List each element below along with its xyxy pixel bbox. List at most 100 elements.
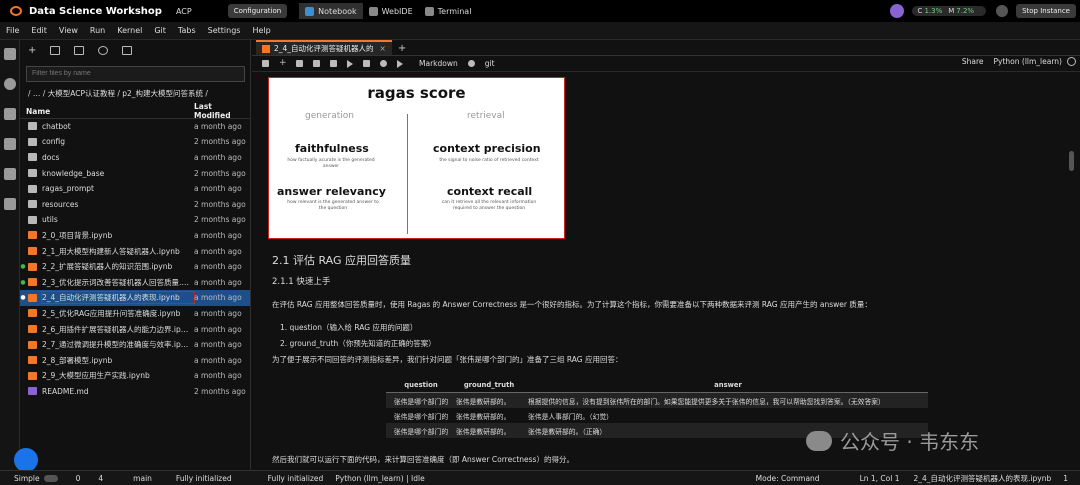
new-launcher-icon[interactable]: + bbox=[28, 45, 36, 55]
menu-git[interactable]: Git bbox=[148, 26, 172, 35]
cut-icon[interactable] bbox=[296, 60, 303, 67]
run-icon[interactable] bbox=[347, 59, 353, 68]
menu-tabs[interactable]: Tabs bbox=[172, 26, 202, 35]
file-row[interactable]: 2_5_优化RAG应用提升问答准确度.ipynb a month ago bbox=[20, 306, 250, 322]
kernel-count[interactable]: 4 bbox=[98, 474, 103, 483]
folder-icon bbox=[28, 200, 37, 209]
file-row[interactable]: 2_6_用插件扩展答疑机器人的能力边界.ipynb a month ago bbox=[20, 321, 250, 337]
notebook-content: ragas score generation retrieval faithfu… bbox=[252, 73, 1080, 470]
menu-run[interactable]: Run bbox=[84, 26, 111, 35]
file-row[interactable]: chatbot a month ago bbox=[20, 119, 250, 135]
table-of-contents-icon[interactable] bbox=[4, 138, 16, 150]
run-all-icon[interactable] bbox=[397, 59, 403, 68]
file-row[interactable]: ● 2_2_扩展答疑机器人的知识范围.ipynb a month ago bbox=[20, 259, 250, 275]
kernel-name[interactable]: Python (llm_learn) bbox=[994, 57, 1062, 66]
file-row[interactable]: ragas_prompt a month ago bbox=[20, 181, 250, 197]
tab-webide[interactable]: WebIDE bbox=[363, 3, 419, 19]
kernel-status[interactable]: Python (llm_learn) | Idle bbox=[335, 474, 424, 483]
file-row[interactable]: docs a month ago bbox=[20, 150, 250, 166]
code-icon[interactable] bbox=[4, 198, 16, 210]
file-row[interactable]: 2_0_项目背景.ipynb a month ago bbox=[20, 228, 250, 244]
list-item-ground-truth: 2. ground_truth（你预先知道的正确的答案） bbox=[280, 339, 436, 348]
file-modified: a month ago bbox=[194, 340, 242, 350]
file-row[interactable]: ● 2_3_优化提示词改善答疑机器人回答质量.ipynb a month ago bbox=[20, 274, 250, 290]
simple-mode-toggle[interactable] bbox=[43, 474, 58, 482]
stop-instance-button[interactable]: Stop Instance bbox=[1016, 4, 1076, 18]
git-clone-icon[interactable] bbox=[122, 45, 133, 55]
tab-terminal[interactable]: Terminal bbox=[419, 3, 478, 19]
file-row[interactable]: utils 2 months ago bbox=[20, 212, 250, 228]
terminal-count[interactable]: 0 bbox=[76, 474, 81, 483]
menu-view[interactable]: View bbox=[53, 26, 84, 35]
history-icon[interactable] bbox=[467, 60, 475, 67]
app-title: Data Science Workshop bbox=[29, 5, 162, 17]
extensions-icon[interactable] bbox=[4, 168, 16, 180]
git-button[interactable]: git bbox=[485, 59, 495, 68]
file-name: 2_3_优化提示词改善答疑机器人回答质量.ipynb bbox=[42, 277, 194, 287]
ai-assistant-icon[interactable] bbox=[889, 4, 904, 18]
file-name: README.md bbox=[42, 386, 89, 396]
save-icon[interactable] bbox=[262, 60, 269, 67]
ragas-generation: generation bbox=[305, 111, 354, 121]
close-icon[interactable]: × bbox=[380, 44, 386, 53]
cell-question: 张伟是哪个部门的 bbox=[393, 427, 449, 436]
notebook-icon bbox=[28, 231, 37, 240]
git-branch[interactable]: main bbox=[133, 474, 152, 483]
file-row[interactable]: 2_8_部署模型.ipynb a month ago bbox=[20, 352, 250, 368]
notebook-scrollbar[interactable] bbox=[1068, 73, 1074, 470]
file-row[interactable]: 2_1_用大模型构建新人答疑机器人.ipynb a month ago bbox=[20, 243, 250, 259]
folder-icon[interactable] bbox=[4, 48, 16, 60]
file-list-header: Name Last Modified bbox=[20, 102, 250, 120]
menu-edit[interactable]: Edit bbox=[25, 26, 53, 35]
notification-count[interactable]: 1 bbox=[1063, 474, 1068, 483]
menu-kernel[interactable]: Kernel bbox=[111, 26, 148, 35]
file-row[interactable]: resources 2 months ago bbox=[20, 196, 250, 212]
metric-context-recall: context recall bbox=[447, 185, 533, 198]
terminal-icon bbox=[424, 6, 434, 16]
mode-status: Mode: Command bbox=[755, 473, 820, 483]
file-name: 2_0_项目背景.ipynb bbox=[42, 230, 113, 240]
scrollbar-thumb[interactable] bbox=[1069, 151, 1074, 171]
share-button[interactable]: Share bbox=[962, 57, 984, 66]
column-name[interactable]: Name bbox=[26, 107, 194, 116]
running-icon[interactable] bbox=[4, 78, 16, 90]
cursor-position[interactable]: Ln 1, Col 1 bbox=[860, 474, 900, 483]
metric-context-recall-desc: can it retrieve all the relevant informa… bbox=[441, 200, 537, 211]
file-row[interactable]: 2_7_通过微调提升模型的准确度与效率.ipynb a month ago bbox=[20, 337, 250, 353]
notebook-tab[interactable]: 2_4_自动化评测答疑机器人的 × bbox=[256, 40, 392, 55]
file-row[interactable]: 2_9_大模型应用生产实践.ipynb a month ago bbox=[20, 368, 250, 384]
file-row[interactable]: config 2 months ago bbox=[20, 134, 250, 150]
file-name: 2_6_用插件扩展答疑机器人的能力边界.ipynb bbox=[42, 324, 194, 334]
menu-help[interactable]: Help bbox=[246, 26, 276, 35]
stop-icon[interactable] bbox=[363, 60, 370, 67]
mem-label: M bbox=[948, 7, 955, 15]
assistant-launcher-icon[interactable] bbox=[14, 448, 38, 472]
cell-type-select[interactable]: Markdown bbox=[419, 59, 458, 68]
running-indicator-icon: ● bbox=[20, 294, 26, 302]
file-name: resources bbox=[42, 199, 79, 209]
refresh-icon[interactable] bbox=[98, 45, 109, 55]
menu-file[interactable]: File bbox=[0, 26, 25, 35]
git-icon[interactable] bbox=[4, 108, 16, 120]
paste-icon[interactable] bbox=[330, 60, 337, 67]
header-answer: answer bbox=[714, 381, 742, 389]
file-row[interactable]: README.md 2 months ago bbox=[20, 384, 250, 400]
user-avatar[interactable] bbox=[996, 5, 1009, 17]
metric-context-precision-desc: the signal to noise ratio of retrieved c… bbox=[439, 158, 539, 163]
file-row[interactable]: knowledge_base 2 months ago bbox=[20, 165, 250, 181]
init-status-1: Fully initialized bbox=[175, 473, 232, 483]
restart-icon[interactable] bbox=[380, 60, 387, 67]
file-row[interactable]: ● 2_4_自动化评测答疑机器人的表现.ipynb a month ago bbox=[20, 290, 250, 306]
new-tab-button[interactable]: + bbox=[398, 43, 406, 55]
file-list: chatbot a month ago config 2 months ago docs… bbox=[20, 119, 250, 400]
new-folder-icon[interactable] bbox=[50, 45, 61, 55]
filter-files-input[interactable] bbox=[26, 65, 245, 82]
copy-icon[interactable] bbox=[313, 60, 320, 67]
column-last-modified[interactable]: Last Modified bbox=[194, 102, 250, 120]
upload-icon[interactable] bbox=[74, 45, 85, 55]
configuration-button[interactable]: Configuration bbox=[227, 4, 288, 18]
menu-settings[interactable]: Settings bbox=[202, 26, 247, 35]
insert-cell-icon[interactable]: + bbox=[279, 59, 287, 68]
metric-faithfulness: faithfulness bbox=[295, 142, 369, 155]
tab-notebook[interactable]: Notebook bbox=[299, 3, 363, 19]
